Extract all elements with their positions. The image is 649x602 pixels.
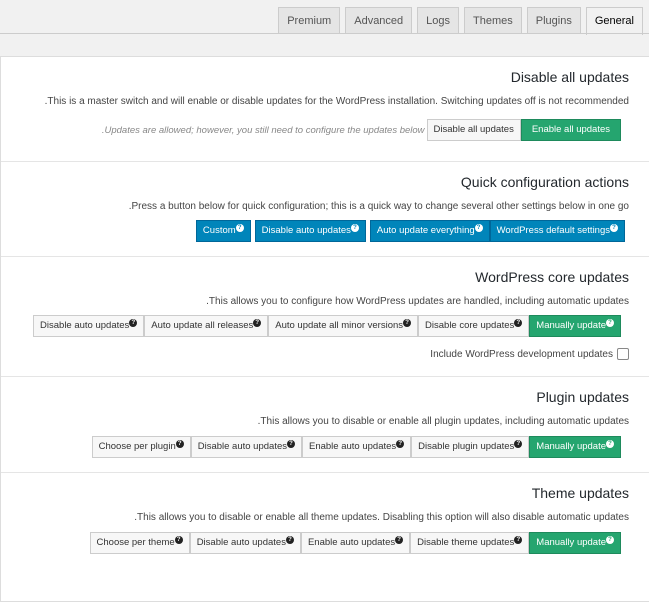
core-disable-updates-button[interactable]: Disable core updates?: [418, 315, 530, 337]
button-label: Custom: [202, 225, 236, 236]
help-icon[interactable]: ?: [606, 319, 614, 327]
tab-logs[interactable]: Logs: [417, 7, 460, 34]
tab-bar: General Plugins Themes Logs Advanced Pre…: [278, 7, 649, 35]
plugin-disable-auto-updates-button[interactable]: Disable auto updates?: [190, 436, 302, 458]
choose-per-theme-button[interactable]: Choose per theme?: [89, 532, 190, 554]
help-icon[interactable]: ?: [253, 319, 262, 327]
theme-enable-auto-updates-button[interactable]: Enable auto updates?: [300, 532, 411, 554]
button-label: Disable auto updates: [40, 320, 130, 331]
section-plugin-updates: Plugin updates .This allows you to disab…: [1, 377, 649, 473]
section-theme-updates: Theme updates .This allows you to disabl…: [1, 473, 649, 568]
button-label: Manually update: [536, 441, 606, 452]
disable-theme-updates-button[interactable]: Disable theme updates?: [410, 532, 530, 554]
button-label: Manually update: [536, 537, 606, 548]
button-label: Auto update everything: [376, 225, 475, 236]
button-label: Choose per plugin: [98, 441, 176, 452]
section-desc: .This is a master switch and will enable…: [44, 96, 629, 107]
core-auto-update-minor-button[interactable]: Auto update all minor versions?: [268, 315, 419, 337]
help-icon[interactable]: ?: [395, 536, 404, 544]
section-desc: .Press a button below for quick configur…: [128, 201, 629, 212]
help-icon[interactable]: ?: [174, 536, 183, 544]
help-icon[interactable]: ?: [610, 224, 618, 232]
checkbox-label: Include WordPress development updates: [430, 348, 613, 360]
help-icon[interactable]: ?: [175, 440, 184, 448]
dev-updates-checkbox[interactable]: [617, 348, 629, 360]
tab-advanced[interactable]: Advanced: [345, 7, 413, 34]
button-label: Choose per theme: [96, 537, 175, 548]
section-desc: .This allows you to configure how WordPr…: [206, 296, 629, 307]
button-label: Auto update all releases: [151, 320, 254, 331]
help-icon[interactable]: ?: [350, 224, 359, 232]
theme-disable-auto-updates-button[interactable]: Disable auto updates?: [189, 532, 301, 554]
help-icon[interactable]: ?: [235, 224, 244, 232]
help-icon[interactable]: ?: [606, 440, 614, 448]
button-label: Manually update: [536, 320, 606, 331]
section-title: Plugin updates: [536, 389, 629, 405]
auto-update-everything-button[interactable]: Auto update everything?: [369, 220, 490, 242]
core-auto-update-all-releases-button[interactable]: Auto update all releases?: [144, 315, 269, 337]
help-icon[interactable]: ?: [606, 536, 614, 544]
button-label: Disable auto updates: [197, 441, 287, 452]
button-label: Enable auto updates: [309, 441, 397, 452]
disable-all-updates-button[interactable]: Disable all updates: [426, 119, 521, 141]
help-icon[interactable]: ?: [396, 440, 405, 448]
section-core-updates: WordPress core updates .This allows you …: [1, 257, 649, 377]
choose-per-plugin-button[interactable]: Choose per plugin?: [91, 436, 191, 458]
wordpress-default-settings-button[interactable]: WordPress default settings?: [489, 220, 625, 242]
custom-button[interactable]: Custom?: [195, 220, 251, 242]
help-icon[interactable]: ?: [514, 536, 523, 544]
section-desc: .This allows you to disable or enable al…: [134, 512, 629, 523]
help-icon[interactable]: ?: [285, 536, 294, 544]
tab-plugins[interactable]: Plugins: [526, 7, 581, 34]
tab-divider: [0, 33, 649, 34]
button-label: WordPress default settings: [496, 225, 610, 236]
button-label: Auto update all minor versions: [275, 320, 404, 331]
theme-manually-update-button[interactable]: Manually update?: [529, 532, 621, 554]
status-note: .Updates are allowed; however, you still…: [101, 124, 425, 136]
tab-premium[interactable]: Premium: [278, 7, 341, 34]
button-label: Enable auto updates: [307, 537, 396, 548]
enable-all-updates-button[interactable]: Enable all updates: [520, 119, 621, 141]
section-title: Quick configuration actions: [460, 174, 629, 190]
help-icon[interactable]: ?: [474, 224, 483, 232]
help-icon[interactable]: ?: [514, 319, 523, 327]
tab-themes[interactable]: Themes: [464, 7, 522, 34]
button-label: Disable auto updates: [196, 537, 286, 548]
help-icon[interactable]: ?: [514, 440, 523, 448]
disable-auto-updates-button[interactable]: Disable auto updates?: [254, 220, 366, 242]
section-desc: .This allows you to disable or enable al…: [257, 416, 629, 427]
button-label: Disable core updates: [425, 320, 515, 331]
disable-plugin-updates-button[interactable]: Disable plugin updates?: [411, 436, 530, 458]
core-manually-update-button[interactable]: Manually update?: [529, 315, 621, 337]
help-icon[interactable]: ?: [129, 319, 138, 327]
section-disable-all: Disable all updates .This is a master sw…: [1, 57, 649, 162]
button-label: Disable auto updates: [261, 225, 351, 236]
button-label: Disable theme updates: [417, 537, 515, 548]
core-disable-auto-updates-button[interactable]: Disable auto updates?: [33, 315, 145, 337]
section-quick-config: Quick configuration actions .Press a but…: [1, 162, 649, 257]
button-label: Disable plugin updates: [418, 441, 515, 452]
section-title: WordPress core updates: [475, 269, 629, 285]
settings-panel: Disable all updates .This is a master sw…: [0, 56, 649, 602]
plugin-enable-auto-updates-button[interactable]: Enable auto updates?: [302, 436, 412, 458]
help-icon[interactable]: ?: [403, 319, 412, 327]
dev-updates-option[interactable]: Include WordPress development updates: [15, 348, 629, 360]
section-title: Theme updates: [531, 485, 629, 501]
section-title: Disable all updates: [510, 69, 629, 85]
help-icon[interactable]: ?: [287, 440, 295, 448]
plugin-manually-update-button[interactable]: Manually update?: [529, 436, 621, 458]
tab-general[interactable]: General: [585, 7, 643, 35]
